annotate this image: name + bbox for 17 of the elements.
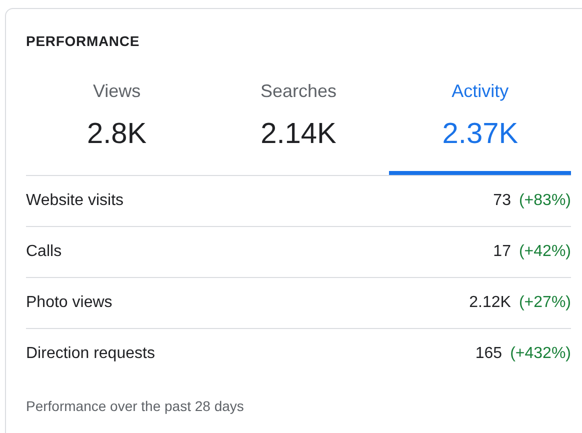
metric-tab[interactable]: Views 2.8K (26, 78, 208, 174)
metric-label: Calls (26, 242, 62, 262)
metric-value: 17 (493, 242, 511, 262)
metric-change: (+27%) (518, 292, 571, 312)
metric-tab[interactable]: Searches 2.14K (208, 78, 390, 174)
metric-change: (+432%) (510, 344, 571, 364)
metric-value: 73 (493, 190, 511, 210)
card-title: PERFORMANCE (26, 32, 140, 51)
metric-label: Direction requests (26, 344, 155, 364)
metric-value: 2.12K (469, 292, 511, 312)
metric-label: Website visits (26, 190, 124, 210)
metric-label: Photo views (26, 292, 112, 312)
metric-change: (+83%) (518, 190, 571, 210)
metric-value: 165 (475, 344, 502, 364)
metric-change: (+42%) (518, 242, 571, 262)
metric-tab[interactable]: Activity 2.37K (389, 78, 571, 174)
footer-note: Performance over the past 28 days (26, 396, 244, 416)
